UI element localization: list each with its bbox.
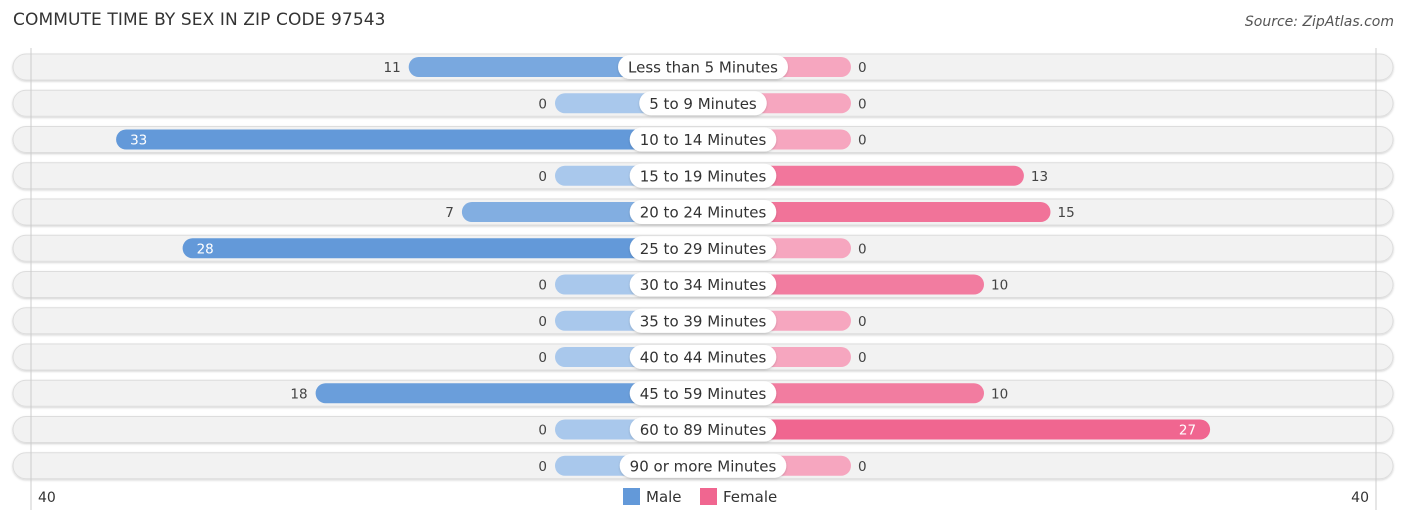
category-label: 15 to 19 Minutes xyxy=(640,167,767,185)
chart-row: 0 0 35 to 39 Minutes xyxy=(12,307,1394,335)
legend-label-male: Male xyxy=(646,488,682,506)
chart-canvas: 11 0 Less than 5 Minutes 0 0 5 to 9 Minutes 33… xyxy=(12,48,1394,510)
chart-row: 18 10 45 to 59 Minutes xyxy=(12,379,1394,407)
category-label: 60 to 89 Minutes xyxy=(640,421,767,439)
legend: Male Female xyxy=(623,488,777,506)
female-value-label: 10 xyxy=(991,278,1008,294)
female-value-label: 0 xyxy=(858,241,867,257)
category-label: 10 to 14 Minutes xyxy=(640,131,767,149)
chart-row: 0 13 15 to 19 Minutes xyxy=(12,162,1394,190)
male-value-label: 0 xyxy=(538,459,547,475)
category-label: 35 to 39 Minutes xyxy=(640,312,767,330)
category-label: 90 or more Minutes xyxy=(630,457,777,475)
chart-row: 0 27 60 to 89 Minutes xyxy=(12,416,1394,443)
category-label: 45 to 59 Minutes xyxy=(640,385,767,403)
legend-label-female: Female xyxy=(723,488,777,506)
chart-row: 33 0 10 to 14 Minutes xyxy=(12,126,1394,153)
female-value-label: 27 xyxy=(1179,423,1196,439)
chart-row: 11 0 Less than 5 Minutes xyxy=(12,53,1394,81)
male-value-label: 33 xyxy=(130,133,147,149)
male-value-label: 7 xyxy=(445,205,454,221)
chart-row: 28 0 25 to 29 Minutes xyxy=(12,234,1394,262)
male-value-label: 0 xyxy=(538,423,547,439)
male-value-label: 0 xyxy=(538,169,547,185)
male-value-label: 18 xyxy=(290,386,307,402)
chart-row: 0 0 40 to 44 Minutes xyxy=(12,343,1394,371)
male-value-label: 0 xyxy=(538,96,547,112)
female-value-label: 0 xyxy=(858,459,867,475)
legend-swatch-male xyxy=(623,488,640,505)
female-value-label: 0 xyxy=(858,133,867,149)
male-value-label: 0 xyxy=(538,314,547,330)
female-value-label: 13 xyxy=(1031,169,1048,185)
male-value-label: 11 xyxy=(384,60,401,76)
female-value-label: 0 xyxy=(858,350,867,366)
female-value-label: 0 xyxy=(858,60,867,76)
category-label: 30 to 34 Minutes xyxy=(640,276,767,294)
chart-row: 0 0 5 to 9 Minutes xyxy=(12,89,1394,117)
male-value-label: 0 xyxy=(538,350,547,366)
chart-row: 0 10 30 to 34 Minutes xyxy=(12,271,1394,298)
right-axis-max-label: 40 xyxy=(1351,490,1369,506)
female-value-label: 15 xyxy=(1058,205,1075,221)
female-value-label: 10 xyxy=(991,386,1008,402)
left-axis-max-label: 40 xyxy=(38,490,56,506)
female-value-label: 0 xyxy=(858,314,867,330)
female-bar xyxy=(703,419,1211,440)
chart-row: 7 15 20 to 24 Minutes xyxy=(12,198,1394,226)
category-label: 20 to 24 Minutes xyxy=(640,204,767,222)
chart-row: 0 0 90 or more Minutes xyxy=(12,452,1394,480)
category-label: 25 to 29 Minutes xyxy=(640,240,767,258)
category-label: 40 to 44 Minutes xyxy=(640,349,767,367)
category-label: 5 to 9 Minutes xyxy=(649,95,757,113)
male-value-label: 0 xyxy=(538,278,547,294)
male-bar xyxy=(116,129,704,150)
legend-swatch-female xyxy=(700,488,717,505)
category-label: Less than 5 Minutes xyxy=(628,59,778,77)
male-value-label: 28 xyxy=(197,241,214,257)
female-value-label: 0 xyxy=(858,96,867,112)
male-bar xyxy=(182,238,704,259)
